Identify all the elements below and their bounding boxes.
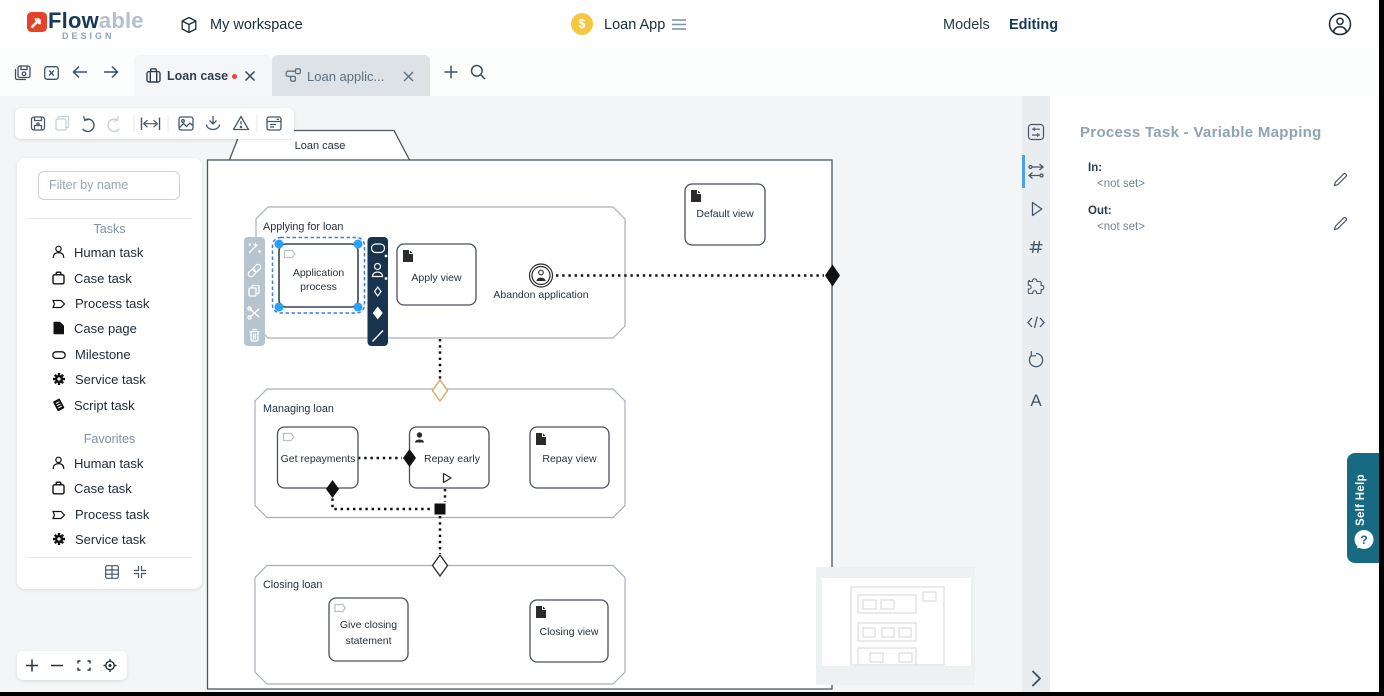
svg-text:Applying for loan: Applying for loan: [263, 221, 343, 233]
svg-text:Apply view: Apply view: [411, 272, 462, 284]
svg-text:Abandon application: Abandon application: [493, 289, 588, 301]
svg-text:Closing view: Closing view: [540, 626, 599, 638]
svg-text:Give closing: Give closing: [340, 619, 397, 631]
svg-text:Default view: Default view: [696, 208, 754, 220]
svg-text:Managing loan: Managing loan: [263, 403, 334, 415]
svg-text:statement: statement: [345, 635, 391, 647]
svg-text:?: ?: [1360, 533, 1367, 547]
svg-text:Closing loan: Closing loan: [263, 579, 322, 591]
svg-text:A: A: [1030, 391, 1042, 410]
svg-text:Get repayments: Get repayments: [281, 453, 356, 465]
svg-text:Repay view: Repay view: [542, 453, 597, 465]
svg-text:Loan case: Loan case: [295, 140, 346, 152]
svg-text:Application: Application: [293, 267, 345, 279]
svg-text:Repay early: Repay early: [424, 453, 481, 465]
svg-text:process: process: [300, 281, 337, 293]
